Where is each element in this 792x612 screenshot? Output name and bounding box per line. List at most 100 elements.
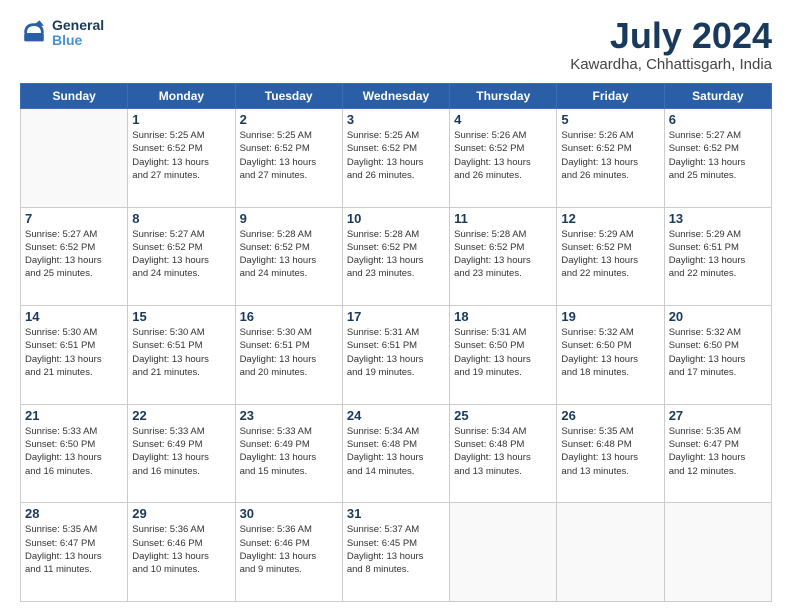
title-block: July 2024 Kawardha, Chhattisgarh, India — [570, 18, 772, 73]
table-row: 24 Sunrise: 5:34 AM Sunset: 6:48 PM Dayli… — [342, 404, 449, 503]
day-number: 27 — [669, 408, 767, 423]
header-thursday: Thursday — [450, 84, 557, 109]
day-number: 12 — [561, 211, 659, 226]
header-sunday: Sunday — [21, 84, 128, 109]
day-content: Sunrise: 5:29 AM Sunset: 6:51 PM Dayligh… — [669, 228, 767, 281]
table-row: 14 Sunrise: 5:30 AM Sunset: 6:51 PM Dayli… — [21, 306, 128, 405]
calendar-row: 7 Sunrise: 5:27 AM Sunset: 6:52 PM Daylig… — [21, 207, 772, 306]
day-number: 21 — [25, 408, 123, 423]
day-number: 13 — [669, 211, 767, 226]
table-row: 15Sunrise: 5:30 AM Sunset: 6:51 PM Dayli… — [128, 306, 235, 405]
day-number: 31 — [347, 506, 445, 521]
day-content: Sunrise: 5:25 AM Sunset: 6:52 PM Dayligh… — [240, 129, 338, 182]
table-row: 21 Sunrise: 5:33 AM Sunset: 6:50 PM Dayli… — [21, 404, 128, 503]
day-number: 9 — [240, 211, 338, 226]
month-title: July 2024 — [570, 18, 772, 54]
day-content: Sunrise: 5:25 AM Sunset: 6:52 PM Dayligh… — [132, 129, 230, 182]
day-number: 24 — [347, 408, 445, 423]
day-number: 3 — [347, 112, 445, 127]
day-number: 23 — [240, 408, 338, 423]
logo-text: General Blue — [52, 18, 104, 49]
day-number: 7 — [25, 211, 123, 226]
day-number: 10 — [347, 211, 445, 226]
table-row: 6Sunrise: 5:27 AM Sunset: 6:52 PM Daylig… — [664, 109, 771, 208]
day-number: 26 — [561, 408, 659, 423]
calendar-row: 14 Sunrise: 5:30 AM Sunset: 6:51 PM Dayli… — [21, 306, 772, 405]
header-saturday: Saturday — [664, 84, 771, 109]
day-content: Sunrise: 5:26 AM Sunset: 6:52 PM Dayligh… — [561, 129, 659, 182]
header: General Blue July 2024 Kawardha, Chhatti… — [20, 18, 772, 73]
day-number: 4 — [454, 112, 552, 127]
table-row: 2 Sunrise: 5:25 AM Sunset: 6:52 PM Daylig… — [235, 109, 342, 208]
table-row — [557, 503, 664, 602]
day-content: Sunrise: 5:31 AM Sunset: 6:51 PM Dayligh… — [347, 326, 445, 379]
day-number: 28 — [25, 506, 123, 521]
calendar-row: 21 Sunrise: 5:33 AM Sunset: 6:50 PM Dayli… — [21, 404, 772, 503]
day-number: 8 — [132, 211, 230, 226]
table-row: 20 Sunrise: 5:32 AM Sunset: 6:50 PM Dayli… — [664, 306, 771, 405]
day-number: 11 — [454, 211, 552, 226]
calendar-row: 28 Sunrise: 5:35 AM Sunset: 6:47 PM Dayli… — [21, 503, 772, 602]
page: General Blue July 2024 Kawardha, Chhatti… — [0, 0, 792, 612]
table-row: 16Sunrise: 5:30 AM Sunset: 6:51 PM Dayli… — [235, 306, 342, 405]
logo: General Blue — [20, 18, 104, 49]
day-number: 19 — [561, 309, 659, 324]
day-number: 14 — [25, 309, 123, 324]
day-content: Sunrise: 5:33 AM Sunset: 6:50 PM Dayligh… — [25, 425, 123, 478]
day-number: 18 — [454, 309, 552, 324]
day-content: Sunrise: 5:35 AM Sunset: 6:47 PM Dayligh… — [25, 523, 123, 576]
day-number: 2 — [240, 112, 338, 127]
day-number: 22 — [132, 408, 230, 423]
table-row: 28 Sunrise: 5:35 AM Sunset: 6:47 PM Dayli… — [21, 503, 128, 602]
table-row: 7 Sunrise: 5:27 AM Sunset: 6:52 PM Daylig… — [21, 207, 128, 306]
day-content: Sunrise: 5:28 AM Sunset: 6:52 PM Dayligh… — [240, 228, 338, 281]
table-row: 8 Sunrise: 5:27 AM Sunset: 6:52 PM Daylig… — [128, 207, 235, 306]
day-content: Sunrise: 5:35 AM Sunset: 6:47 PM Dayligh… — [669, 425, 767, 478]
table-row: 30Sunrise: 5:36 AM Sunset: 6:46 PM Dayli… — [235, 503, 342, 602]
table-row: 1 Sunrise: 5:25 AM Sunset: 6:52 PM Daylig… — [128, 109, 235, 208]
calendar-table: Sunday Monday Tuesday Wednesday Thursday… — [20, 83, 772, 602]
table-row: 31Sunrise: 5:37 AM Sunset: 6:45 PM Dayli… — [342, 503, 449, 602]
day-content: Sunrise: 5:35 AM Sunset: 6:48 PM Dayligh… — [561, 425, 659, 478]
header-tuesday: Tuesday — [235, 84, 342, 109]
day-content: Sunrise: 5:25 AM Sunset: 6:52 PM Dayligh… — [347, 129, 445, 182]
table-row: 13 Sunrise: 5:29 AM Sunset: 6:51 PM Dayli… — [664, 207, 771, 306]
logo-icon — [20, 19, 48, 47]
table-row: 26 Sunrise: 5:35 AM Sunset: 6:48 PM Dayli… — [557, 404, 664, 503]
day-number: 20 — [669, 309, 767, 324]
day-number: 1 — [132, 112, 230, 127]
day-number: 5 — [561, 112, 659, 127]
table-row: 9 Sunrise: 5:28 AM Sunset: 6:52 PM Daylig… — [235, 207, 342, 306]
day-number: 30 — [240, 506, 338, 521]
day-content: Sunrise: 5:26 AM Sunset: 6:52 PM Dayligh… — [454, 129, 552, 182]
table-row: 11Sunrise: 5:28 AM Sunset: 6:52 PM Dayli… — [450, 207, 557, 306]
location: Kawardha, Chhattisgarh, India — [570, 56, 772, 73]
day-content: Sunrise: 5:27 AM Sunset: 6:52 PM Dayligh… — [132, 228, 230, 281]
day-content: Sunrise: 5:33 AM Sunset: 6:49 PM Dayligh… — [240, 425, 338, 478]
day-content: Sunrise: 5:28 AM Sunset: 6:52 PM Dayligh… — [347, 228, 445, 281]
header-wednesday: Wednesday — [342, 84, 449, 109]
day-content: Sunrise: 5:32 AM Sunset: 6:50 PM Dayligh… — [561, 326, 659, 379]
table-row: 12 Sunrise: 5:29 AM Sunset: 6:52 PM Dayli… — [557, 207, 664, 306]
day-number: 6 — [669, 112, 767, 127]
day-content: Sunrise: 5:34 AM Sunset: 6:48 PM Dayligh… — [454, 425, 552, 478]
table-row: 18 Sunrise: 5:31 AM Sunset: 6:50 PM Dayli… — [450, 306, 557, 405]
header-monday: Monday — [128, 84, 235, 109]
table-row: 4 Sunrise: 5:26 AM Sunset: 6:52 PM Daylig… — [450, 109, 557, 208]
day-content: Sunrise: 5:33 AM Sunset: 6:49 PM Dayligh… — [132, 425, 230, 478]
table-row: 23 Sunrise: 5:33 AM Sunset: 6:49 PM Dayli… — [235, 404, 342, 503]
day-content: Sunrise: 5:36 AM Sunset: 6:46 PM Dayligh… — [132, 523, 230, 576]
table-row: 19 Sunrise: 5:32 AM Sunset: 6:50 PM Dayli… — [557, 306, 664, 405]
day-content: Sunrise: 5:34 AM Sunset: 6:48 PM Dayligh… — [347, 425, 445, 478]
day-content: Sunrise: 5:30 AM Sunset: 6:51 PM Dayligh… — [132, 326, 230, 379]
day-content: Sunrise: 5:30 AM Sunset: 6:51 PM Dayligh… — [25, 326, 123, 379]
table-row: 17Sunrise: 5:31 AM Sunset: 6:51 PM Dayli… — [342, 306, 449, 405]
table-row — [21, 109, 128, 208]
day-content: Sunrise: 5:29 AM Sunset: 6:52 PM Dayligh… — [561, 228, 659, 281]
calendar-header-row: Sunday Monday Tuesday Wednesday Thursday… — [21, 84, 772, 109]
day-content: Sunrise: 5:27 AM Sunset: 6:52 PM Dayligh… — [25, 228, 123, 281]
table-row: 29Sunrise: 5:36 AM Sunset: 6:46 PM Dayli… — [128, 503, 235, 602]
day-content: Sunrise: 5:31 AM Sunset: 6:50 PM Dayligh… — [454, 326, 552, 379]
table-row — [450, 503, 557, 602]
day-content: Sunrise: 5:32 AM Sunset: 6:50 PM Dayligh… — [669, 326, 767, 379]
